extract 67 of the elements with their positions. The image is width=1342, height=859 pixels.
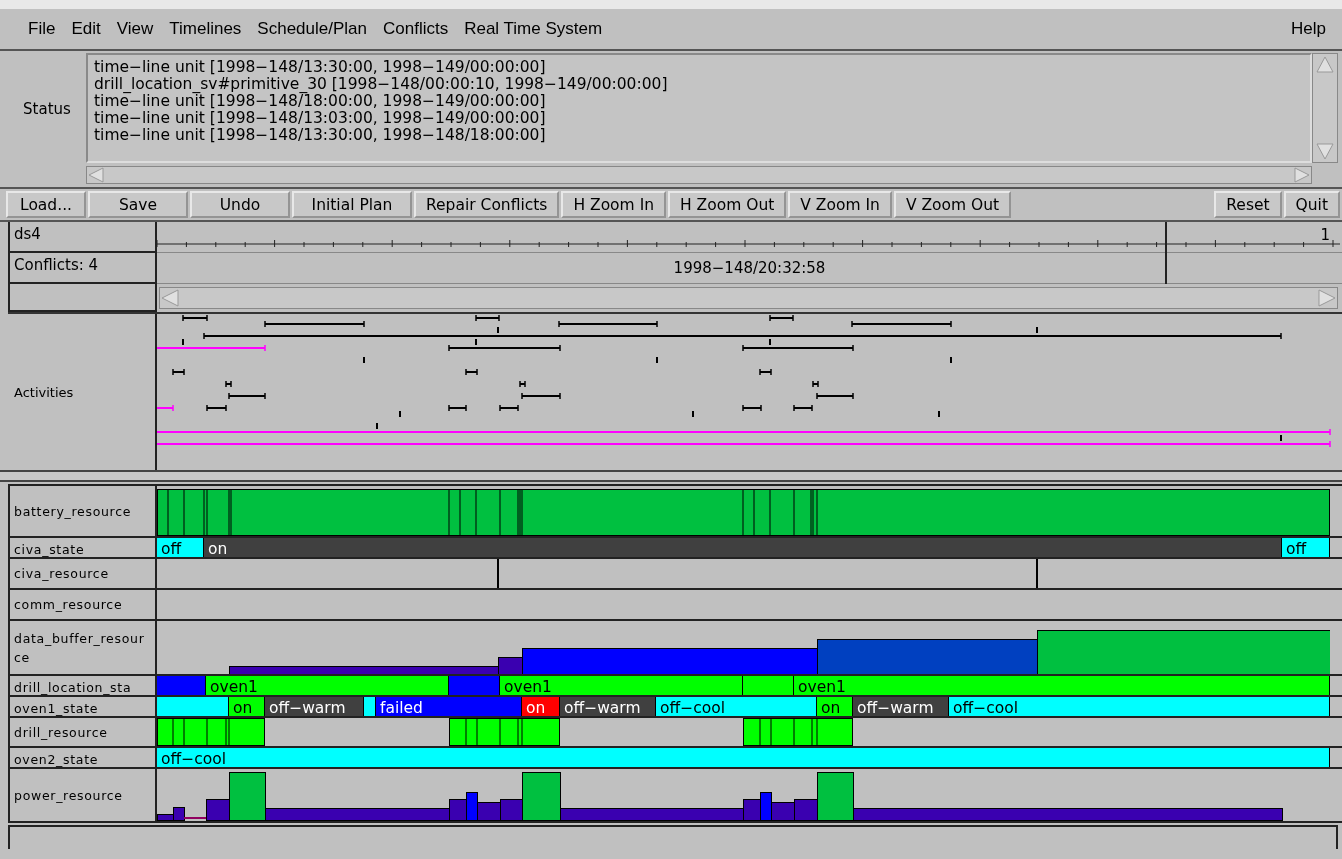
toolbar-button[interactable]: Save <box>88 191 188 218</box>
state-segment: off−cool <box>157 748 1330 767</box>
menu-item[interactable]: View <box>108 19 162 39</box>
state-segment: on <box>229 697 265 716</box>
timeline-label: civa_resource <box>14 565 109 583</box>
state-segment: on <box>522 697 560 716</box>
up-arrow-icon[interactable] <box>1313 54 1337 74</box>
vertical-scrollbar[interactable] <box>1312 53 1338 163</box>
timeline-label: data_buffer_resource <box>14 629 146 667</box>
menu-item[interactable]: Timelines <box>161 19 250 39</box>
state-segment: off <box>157 538 204 557</box>
menu-item[interactable]: File <box>20 19 64 39</box>
scale-label: 1 <box>1320 226 1330 244</box>
toolbar-button[interactable]: Initial Plan <box>292 191 412 218</box>
log-line: time−line unit [1998−148/13:03:00, 1998−149/00:00:00] <box>94 110 547 127</box>
state-segment: off <box>1282 538 1330 557</box>
state-segment: off−warm <box>265 697 364 716</box>
timeline-label: drill_location_sta <box>14 679 132 695</box>
cursor-line <box>1165 222 1167 284</box>
right-arrow-icon[interactable] <box>1317 288 1337 308</box>
horizontal-scrollbar[interactable] <box>86 166 1312 184</box>
left-arrow-icon[interactable] <box>87 167 105 183</box>
timeline-label: civa_state <box>14 541 85 557</box>
toolbar-button[interactable]: Quit <box>1283 191 1340 218</box>
log-line: time−line unit [1998−148/13:30:00, 1998−148/18:00:00] <box>94 127 547 144</box>
state-segment: oven1 <box>794 676 1330 695</box>
menu-item[interactable]: Real Time System <box>456 19 611 39</box>
toolbar-button[interactable]: Repair Conflicts <box>414 191 560 218</box>
menu-item[interactable]: Help <box>1283 19 1334 39</box>
horizontal-scrollbar[interactable] <box>159 287 1338 309</box>
toolbar-button[interactable]: H Zoom Out <box>668 191 787 218</box>
state-segment: off−warm <box>853 697 949 716</box>
state-segment: off−cool <box>949 697 1330 716</box>
splitter-bar[interactable] <box>0 470 1342 482</box>
cursor-time: 1998−148/20:32:58 <box>673 259 826 277</box>
timeline-label: comm_resource <box>14 596 123 614</box>
down-arrow-icon[interactable] <box>1313 142 1337 162</box>
menu-item[interactable]: Conflicts <box>375 19 457 39</box>
toolbar-button[interactable]: Reset <box>1214 191 1282 218</box>
toolbar-button[interactable]: V Zoom Out <box>893 191 1012 218</box>
timeline-label: power_resource <box>14 786 123 805</box>
plan-name: ds4 <box>8 222 157 253</box>
timeline-label: battery_resource <box>14 502 132 521</box>
state-segment: oven1 <box>206 676 449 695</box>
log-line: time−line unit [1998−148/13:30:00, 1998−149/00:00:00] <box>94 59 547 76</box>
menu-item[interactable]: Edit <box>63 19 109 39</box>
menu-item[interactable]: Schedule/Plan <box>249 19 375 39</box>
timeline-label: oven2_state <box>14 751 99 767</box>
log-line: drill_location_sv#primitive_30 [1998−148/00:00:10, 1998−149/00:00:00] <box>94 76 669 93</box>
right-arrow-icon[interactable] <box>1293 167 1311 183</box>
log-line: time−line unit [1998−148/18:00:00, 1998−149/00:00:00] <box>94 93 547 110</box>
toolbar-button[interactable]: H Zoom In <box>561 191 667 218</box>
activities-label: Activities <box>14 384 74 400</box>
state-segment: failed <box>376 697 522 716</box>
conflict-count: Conflicts: 4 <box>8 253 157 284</box>
state-segment: off−cool <box>656 697 817 716</box>
toolbar-button[interactable]: Load... <box>6 191 86 218</box>
status-label: Status <box>23 100 71 118</box>
timeline-label: oven1_state <box>14 700 99 716</box>
state-segment: on <box>204 538 1282 557</box>
timeline-label: drill_resource <box>14 723 108 742</box>
state-segment: on <box>817 697 853 716</box>
state-segment: oven1 <box>500 676 743 695</box>
toolbar-button[interactable]: V Zoom In <box>788 191 892 218</box>
state-segment: off−warm <box>560 697 656 716</box>
left-arrow-icon[interactable] <box>160 288 180 308</box>
toolbar-button[interactable]: Undo <box>190 191 290 218</box>
